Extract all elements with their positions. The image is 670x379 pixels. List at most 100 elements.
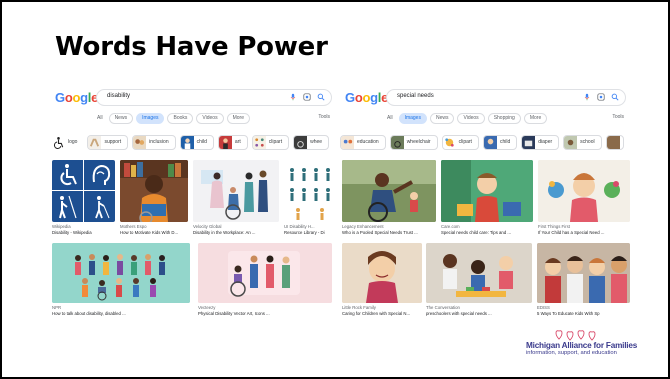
chip-clipart[interactable]: clipart [251, 134, 290, 150]
result-image[interactable] [120, 160, 188, 222]
result-title: preschoolers with special needs ... [426, 310, 492, 316]
search-header: Google disability [50, 84, 336, 110]
chip-logo[interactable]: logo [50, 134, 84, 150]
result-caption[interactable]: The Conversation preschoolers with speci… [426, 305, 532, 316]
chip-label: school [580, 139, 595, 145]
result-caption[interactable]: Velocity Global Disability in the Workpl… [193, 224, 279, 235]
chip-whee[interactable]: whee [293, 134, 330, 150]
chip-art[interactable]: art [217, 134, 248, 150]
disability-image-search-screenshot: Google disability All News Images Books … [50, 84, 336, 324]
chip-child[interactable]: child [482, 134, 518, 150]
result-caption[interactable]: Mothers Espo How to Motivate Kids With D… [120, 224, 188, 235]
result-caption[interactable]: Legacy Enhancement Who is a Pooled Speci… [342, 224, 436, 235]
chip-thumbnail [180, 135, 194, 149]
chip-thumbnail [252, 135, 266, 149]
result-caption[interactable]: First Things First If Your Child has a S… [538, 224, 630, 235]
chip-wheelchair[interactable]: wheelchair [389, 134, 438, 150]
result-caption[interactable]: UI Disability H... Resource Library - Di [284, 224, 336, 235]
microphone-icon[interactable] [289, 93, 297, 101]
chip-child[interactable]: child [179, 134, 214, 150]
diverse-people-illustration [52, 243, 190, 303]
chip-thumbnail [442, 135, 456, 149]
chip-inclusion[interactable]: inclusion [132, 134, 176, 150]
michigan-alliance-logo: Michigan Alliance for Families informati… [526, 329, 637, 363]
result-image[interactable] [426, 243, 532, 303]
tab-books[interactable]: Books [167, 112, 194, 124]
chip-label: diaper [538, 139, 553, 145]
tab-videos[interactable]: Videos [457, 112, 485, 124]
chip-label: child [196, 139, 207, 145]
chip-label: clipart [268, 139, 283, 145]
search-query: special needs [397, 93, 434, 99]
chip-diaper[interactable]: diaper [521, 134, 560, 150]
presentation-slide: Words Have Power Google disability All N… [0, 0, 670, 379]
chip-education[interactable]: education [340, 134, 386, 150]
result-image[interactable] [537, 243, 630, 303]
search-icon[interactable] [317, 93, 325, 101]
chip-label: art [234, 139, 241, 145]
workplace-illustration [193, 160, 279, 222]
related-chips: logo support inclusion child art clipart [50, 134, 336, 150]
search-input[interactable]: special needs [386, 89, 626, 106]
tools-link[interactable]: Tools [318, 114, 330, 120]
chip-thumbnail [483, 135, 497, 149]
special-needs-image-search-screenshot: Google special needs All Images News Vid… [340, 84, 630, 324]
tab-news[interactable]: News [429, 112, 455, 124]
tab-news[interactable]: News [108, 112, 134, 124]
result-title: 5 Ways To Educate Kids With Sp [537, 310, 600, 316]
lens-icon[interactable] [303, 93, 311, 101]
chip-thumbnail [564, 135, 578, 149]
result-image[interactable] [52, 243, 190, 303]
google-logo[interactable]: Google [345, 90, 388, 105]
google-logo[interactable]: Google [55, 90, 98, 105]
chip-support[interactable]: support [87, 134, 129, 150]
tab-images[interactable]: Images [136, 112, 165, 124]
child-painted-hands-photo [538, 160, 630, 222]
chip-thumbnail [390, 135, 404, 149]
result-caption[interactable]: Care.com Special needs child care: Tips … [441, 224, 533, 235]
chip-school[interactable]: school [563, 134, 602, 150]
tab-all[interactable]: All [94, 112, 106, 124]
chip-thumbnail [522, 135, 536, 149]
search-query: disability [107, 93, 131, 99]
chip-clipart[interactable]: clipart [441, 134, 479, 150]
lens-icon[interactable] [597, 93, 605, 101]
result-title: Disability - Wikipedia [52, 229, 92, 235]
group-of-kids-photo [537, 243, 630, 303]
result-image[interactable] [342, 160, 436, 222]
result-caption[interactable]: Little Rock Family Caring for Children w… [342, 305, 422, 316]
result-caption[interactable]: Wikipedia Disability - Wikipedia [52, 224, 115, 235]
tab-shopping[interactable]: Shopping [487, 112, 521, 124]
chip-thumbnail [294, 135, 308, 149]
search-icon[interactable] [611, 93, 619, 101]
result-image[interactable] [538, 160, 630, 222]
tools-link[interactable]: Tools [612, 114, 624, 120]
search-input[interactable]: disability [96, 89, 332, 106]
result-caption[interactable]: NPR How to talk about disability, disabl… [52, 305, 190, 316]
result-title: How to Motivate Kids With D... [120, 229, 179, 235]
preschoolers-photo [426, 243, 532, 303]
tab-all[interactable]: All [384, 112, 396, 124]
tab-videos[interactable]: Videos [196, 112, 224, 124]
result-image[interactable] [342, 243, 422, 303]
chip-thumbnail [341, 135, 354, 149]
tab-more[interactable]: More [226, 112, 250, 124]
result-caption[interactable]: Vecteezy Physical Disability Vector Art,… [198, 305, 332, 316]
result-image[interactable] [193, 160, 279, 222]
smiling-girl-photo [342, 243, 422, 303]
chip-thumbnail [133, 135, 147, 149]
result-image[interactable] [284, 160, 336, 222]
chip-label: education [357, 139, 379, 145]
result-title: Caring for Children with Special N... [342, 310, 411, 316]
result-image[interactable] [441, 160, 533, 222]
chip-more[interactable] [605, 134, 624, 150]
result-title: How to talk about disability, disabled .… [52, 310, 126, 316]
microphone-icon[interactable] [583, 93, 591, 101]
tab-more[interactable]: More [523, 112, 548, 124]
result-image[interactable] [198, 243, 332, 303]
result-caption[interactable]: EDISS 5 Ways To Educate Kids With Sp [537, 305, 630, 316]
chip-thumbnail [218, 135, 232, 149]
tab-images[interactable]: Images [398, 112, 427, 124]
result-image[interactable] [52, 160, 115, 222]
accessibility-symbol-icon [53, 136, 64, 149]
